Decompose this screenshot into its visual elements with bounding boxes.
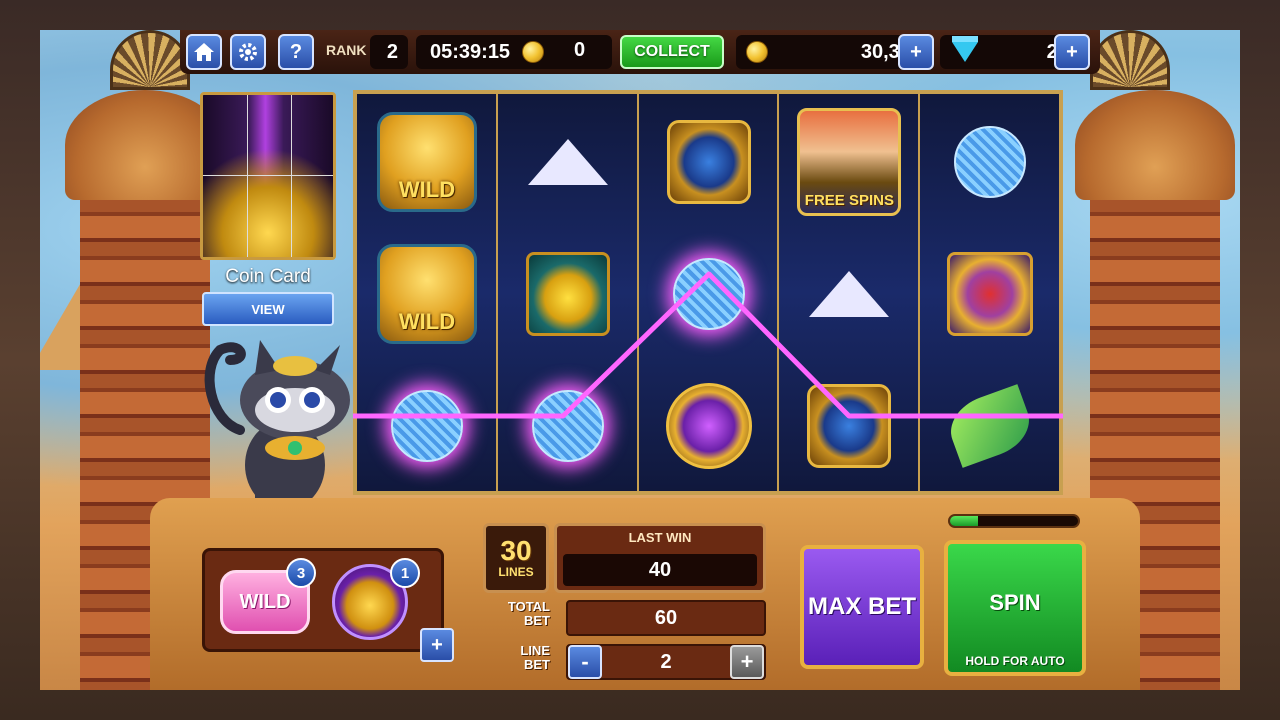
- rank-value: 2: [370, 35, 408, 69]
- serpent-icon: [947, 252, 1034, 336]
- scarab-icon: [807, 384, 892, 468]
- home-icon: [194, 43, 214, 61]
- yarn-ball-icon: [672, 258, 745, 330]
- coin-card-title: Coin Card: [225, 266, 311, 287]
- wild-cat-icon: WILD: [377, 112, 477, 212]
- reel-symbol-globe: [649, 366, 769, 486]
- yarn-ball-icon: [391, 390, 463, 462]
- spin-label: SPIN: [989, 590, 1041, 615]
- buy-gems-button[interactable]: +: [1054, 34, 1090, 70]
- right-fan-decoration: [1090, 30, 1170, 90]
- reel-symbol-scarab: [789, 366, 909, 486]
- yarn-ball-icon: [954, 126, 1027, 198]
- reel-symbol-yarn: [508, 366, 628, 486]
- line-bet-decrease-button[interactable]: -: [568, 645, 602, 679]
- help-button[interactable]: ?: [278, 34, 314, 70]
- collect-button[interactable]: COLLECT: [620, 35, 724, 69]
- reel-symbol-plane: [508, 102, 628, 222]
- line-bet-increase-button[interactable]: +: [730, 645, 764, 679]
- total-bet-value: 60: [566, 600, 766, 636]
- lines-display: 30 LINES: [483, 523, 549, 593]
- armillary-globe-icon: [665, 383, 752, 469]
- question-icon: ?: [289, 40, 303, 63]
- reel-symbol-yarn: [649, 234, 769, 354]
- coin-card-art: [203, 95, 333, 257]
- wild-boost-count: 3: [286, 558, 316, 588]
- spin-button[interactable]: SPIN HOLD FOR AUTO: [944, 540, 1086, 676]
- reel-symbol-free-spins: FREE SPINS: [789, 102, 909, 222]
- timer-coins: 0: [574, 39, 586, 61]
- top-bar: ? RANK 2 05:39:15 0 COLLECT 30,309 + 214…: [180, 30, 1100, 74]
- reel-symbol-yarn: [930, 102, 1050, 222]
- gear-icon: [239, 43, 257, 61]
- gem-icon: [952, 36, 978, 62]
- reel-symbol-wild: WILD: [367, 102, 487, 222]
- coin-icon: [522, 41, 544, 63]
- max-bet-button[interactable]: MAX BET: [800, 545, 924, 669]
- paper-plane-icon: [527, 139, 608, 185]
- buy-coins-button[interactable]: +: [898, 34, 934, 70]
- scarab-icon: [666, 120, 751, 204]
- golden-mouse-icon: [525, 252, 610, 336]
- free-spins-explorer-icon: FREE SPINS: [797, 108, 902, 216]
- yarn-ball-icon: [531, 390, 604, 462]
- right-pillar-capital: [1075, 90, 1235, 200]
- reel: [638, 94, 780, 491]
- reel-symbol-serpent: [930, 234, 1050, 354]
- reel: FREE SPINS: [779, 94, 921, 491]
- wild-symbol-label: WILD: [398, 309, 456, 334]
- coins-boost-count: 1: [390, 558, 420, 588]
- slot-reels: WILD WILD FREE SPINS: [353, 90, 1063, 495]
- reel: [920, 94, 1059, 491]
- paper-plane-icon: [809, 271, 890, 317]
- total-bet-label: TOTAL BET: [507, 599, 550, 628]
- reel-symbol-scarab: [649, 102, 769, 222]
- coin-card-view-button[interactable]: VIEW: [202, 292, 334, 326]
- settings-button[interactable]: [230, 34, 266, 70]
- lines-value: 30: [500, 535, 532, 566]
- last-win-value: 40: [563, 554, 757, 586]
- line-bet-label: LINE BET: [520, 643, 550, 672]
- last-win-label: LAST WIN: [628, 530, 692, 545]
- game-scene: ? RANK 2 05:39:15 0 COLLECT 30,309 + 214…: [40, 30, 1240, 690]
- coin-icon: [746, 41, 768, 63]
- add-boost-button[interactable]: +: [420, 628, 454, 662]
- reel-symbol-mouse: [508, 234, 628, 354]
- home-button[interactable]: [186, 34, 222, 70]
- reel-symbol-leaf: [930, 366, 1050, 486]
- spin-hold-hint: HOLD FOR AUTO: [965, 654, 1065, 668]
- last-win-panel: LAST WIN 40: [554, 523, 766, 593]
- wild-cat-icon: WILD: [377, 244, 477, 344]
- reel-symbol-wild: WILD: [367, 234, 487, 354]
- coin-card-image[interactable]: [200, 92, 336, 260]
- wild-symbol-label: WILD: [398, 177, 456, 202]
- timer-text: 05:39:15: [430, 40, 511, 63]
- reel-symbol-yarn: [367, 366, 487, 486]
- lines-label: LINES: [498, 565, 534, 579]
- left-fan-decoration: [110, 30, 190, 90]
- spin-progress-bar: [948, 514, 1080, 528]
- reel: WILD WILD: [357, 94, 498, 491]
- cat-toy-feather-icon: [942, 384, 1039, 468]
- reel: [497, 94, 639, 491]
- spin-progress-fill: [950, 516, 979, 526]
- reel-symbol-plane: [789, 234, 909, 354]
- rank-label: RANK: [326, 42, 367, 58]
- free-spins-symbol-label: FREE SPINS: [804, 192, 894, 209]
